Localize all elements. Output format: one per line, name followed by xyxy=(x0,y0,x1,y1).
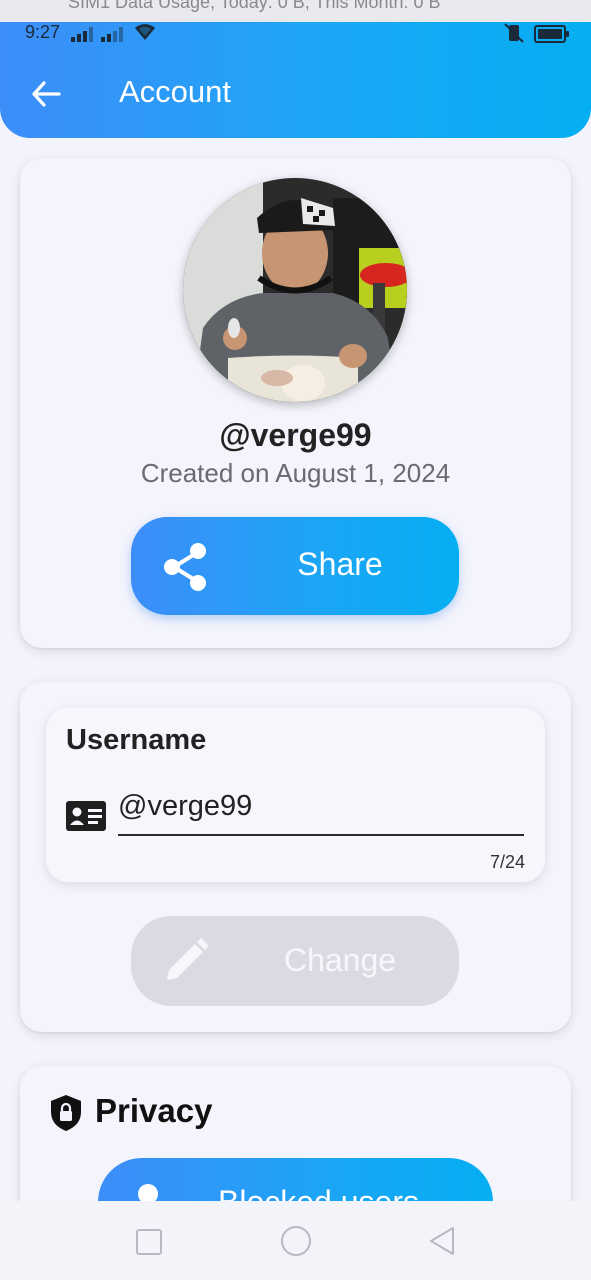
share-button[interactable]: Share xyxy=(131,517,459,615)
system-navigation-bar xyxy=(0,1201,591,1280)
battery-icon xyxy=(534,25,569,43)
page-title: Account xyxy=(119,74,232,109)
back-triangle-icon[interactable] xyxy=(428,1226,456,1256)
privacy-title: Privacy xyxy=(95,1092,213,1129)
notification-ticker: SIM1 Data Usage, Today: 0 B, This Month:… xyxy=(0,0,591,22)
username-input[interactable] xyxy=(118,778,524,836)
profile-handle: @verge99 xyxy=(219,417,372,453)
arrow-left-icon xyxy=(32,81,61,107)
recents-icon[interactable] xyxy=(136,1229,162,1255)
shield-lock-icon xyxy=(51,1095,81,1131)
notification-text: SIM1 Data Usage, Today: 0 B, This Month:… xyxy=(68,0,441,12)
status-time: 9:27 xyxy=(25,22,61,42)
change-label: Change xyxy=(283,942,397,978)
account-screen: SIM1 Data Usage, Today: 0 B, This Month:… xyxy=(0,0,591,1280)
created-date: Created on August 1, 2024 xyxy=(140,458,451,488)
profile-card: @verge99 Created on August 1, 2024 Share xyxy=(20,158,571,648)
username-card: Username 7/24 Change xyxy=(20,682,571,1032)
vibrate-mute-icon xyxy=(504,23,524,43)
back-button[interactable] xyxy=(28,76,64,112)
share-icon xyxy=(164,543,206,591)
profile-photo xyxy=(183,178,407,402)
avatar[interactable] xyxy=(183,178,407,402)
character-counter: 7/24 xyxy=(489,852,525,872)
home-icon[interactable] xyxy=(281,1226,311,1256)
wifi-icon xyxy=(135,24,155,40)
change-button[interactable]: Change xyxy=(131,916,459,1006)
id-card-icon xyxy=(66,801,106,831)
app-header: 9:27 Account xyxy=(0,22,591,138)
username-label: Username xyxy=(66,724,207,756)
share-label: Share xyxy=(297,546,383,582)
username-field-container: Username 7/24 xyxy=(46,708,545,882)
pencil-icon xyxy=(167,938,209,980)
